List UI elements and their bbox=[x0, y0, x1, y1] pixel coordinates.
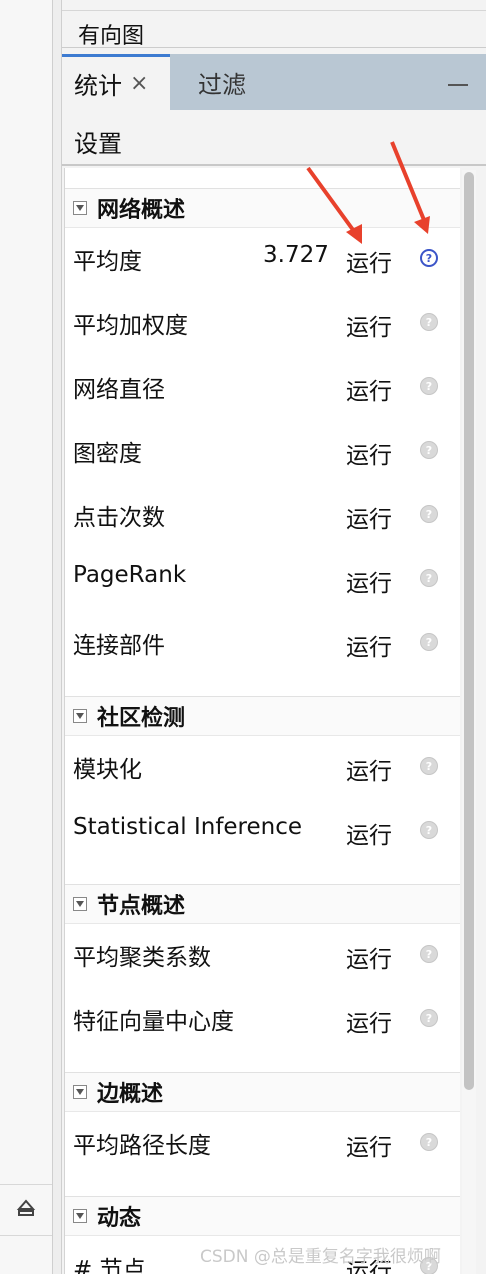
run-button[interactable]: 运行 bbox=[346, 752, 392, 786]
help-icon[interactable]: ? bbox=[420, 757, 438, 775]
statistics-list: 网络概述 平均度 3.727 运行? 平均加权度 运行? 网络直径 运行? 图密度 运行? 点击次数… bbox=[64, 168, 460, 1274]
eject-button[interactable] bbox=[0, 1184, 52, 1236]
statistic-row: 图密度 运行? bbox=[65, 420, 460, 484]
collapse-icon[interactable] bbox=[73, 1209, 87, 1223]
collapse-icon[interactable] bbox=[73, 709, 87, 723]
statistic-label: 图密度 bbox=[73, 441, 142, 467]
help-icon[interactable]: ? bbox=[420, 945, 438, 963]
section-title: 边概述 bbox=[97, 1082, 164, 1107]
statistic-label: 网络直径 bbox=[73, 377, 165, 403]
tab-statistics[interactable]: 统计 × bbox=[62, 54, 170, 110]
tab-filter[interactable]: 过滤 bbox=[184, 54, 246, 110]
statistic-label: Statistical Inference bbox=[73, 814, 303, 840]
run-button[interactable]: 运行 bbox=[346, 564, 392, 598]
statistic-row: 连接部件 运行? bbox=[65, 612, 460, 676]
statistic-label: 平均路径长度 bbox=[73, 1133, 211, 1159]
close-icon[interactable]: × bbox=[130, 71, 148, 96]
help-icon[interactable]: ? bbox=[420, 313, 438, 331]
statistic-row: 模块化 运行? bbox=[65, 736, 460, 800]
section-header[interactable]: 动态 bbox=[65, 1196, 460, 1236]
collapse-icon[interactable] bbox=[73, 201, 87, 215]
statistic-row: PageRank 运行? bbox=[65, 548, 460, 612]
statistic-row: 平均路径长度 运行? bbox=[65, 1112, 460, 1176]
help-icon[interactable]: ? bbox=[420, 1009, 438, 1027]
statistic-value: 3.727 bbox=[263, 242, 329, 268]
help-icon[interactable]: ? bbox=[420, 633, 438, 651]
tab-filter-label: 过滤 bbox=[198, 70, 246, 99]
run-button[interactable]: 运行 bbox=[346, 1128, 392, 1162]
watermark-text: CSDN @总是重复名字我很烦啊 bbox=[200, 1247, 441, 1267]
statistic-label: PageRank bbox=[73, 562, 187, 588]
section-title: 网络概述 bbox=[97, 198, 186, 223]
statistic-label: 平均度 bbox=[73, 249, 142, 275]
help-icon[interactable]: ? bbox=[420, 821, 438, 839]
run-button[interactable]: 运行 bbox=[346, 816, 392, 850]
statistic-label: # 节点 bbox=[73, 1257, 146, 1274]
help-icon[interactable]: ? bbox=[420, 569, 438, 587]
run-button[interactable]: 运行 bbox=[346, 500, 392, 534]
statistic-row: 平均聚类系数 运行? bbox=[65, 924, 460, 988]
statistic-label: 模块化 bbox=[73, 757, 142, 783]
statistic-row: 点击次数 运行? bbox=[65, 484, 460, 548]
vertical-scrollbar[interactable] bbox=[462, 170, 476, 1274]
collapse-icon[interactable] bbox=[73, 1085, 87, 1099]
help-icon[interactable]: ? bbox=[420, 1133, 438, 1151]
tab-bar: 统计 × 过滤 bbox=[62, 54, 486, 110]
minimize-icon[interactable] bbox=[448, 84, 468, 86]
statistic-label: 平均聚类系数 bbox=[73, 945, 211, 971]
panel-divider[interactable] bbox=[52, 0, 62, 1274]
statistic-row: 网络直径 运行? bbox=[65, 356, 460, 420]
run-button[interactable]: 运行 bbox=[346, 372, 392, 406]
section-title: 社区检测 bbox=[97, 706, 186, 731]
section-title: 节点概述 bbox=[97, 894, 186, 919]
run-button[interactable]: 运行 bbox=[346, 308, 392, 342]
help-icon[interactable]: ? bbox=[420, 441, 438, 459]
run-button[interactable]: 运行 bbox=[346, 244, 392, 278]
section-title: 动态 bbox=[97, 1206, 142, 1231]
eject-icon bbox=[16, 1199, 36, 1221]
settings-link[interactable]: 设置 bbox=[62, 110, 486, 166]
left-side-strip bbox=[0, 0, 52, 1274]
run-button[interactable]: 运行 bbox=[346, 940, 392, 974]
tab-statistics-label: 统计 bbox=[74, 72, 122, 100]
section-header[interactable]: 边概述 bbox=[65, 1072, 460, 1112]
statistic-row: Statistical Inference 运行? bbox=[65, 800, 460, 864]
run-button[interactable]: 运行 bbox=[346, 628, 392, 662]
help-icon[interactable]: ? bbox=[420, 505, 438, 523]
scrollbar-thumb[interactable] bbox=[464, 172, 474, 1090]
statistic-row: 平均加权度 运行? bbox=[65, 292, 460, 356]
section-header[interactable]: 社区检测 bbox=[65, 696, 460, 736]
statistics-panel: 有向图 统计 × 过滤 设置 网络概述 平均度 3.727 运行? 平均加权度 运行? 网络… bbox=[62, 0, 486, 1274]
statistic-row: 特征向量中心度 运行? bbox=[65, 988, 460, 1052]
statistic-label: 连接部件 bbox=[73, 633, 165, 659]
statistic-label: 特征向量中心度 bbox=[73, 1009, 234, 1035]
section-header[interactable]: 节点概述 bbox=[65, 884, 460, 924]
graph-type-label: 有向图 bbox=[62, 0, 486, 49]
run-button[interactable]: 运行 bbox=[346, 1004, 392, 1038]
help-icon[interactable]: ? bbox=[420, 377, 438, 395]
collapse-icon[interactable] bbox=[73, 897, 87, 911]
section-header[interactable]: 网络概述 bbox=[65, 188, 460, 228]
run-button[interactable]: 运行 bbox=[346, 436, 392, 470]
statistic-row: 平均度 3.727 运行? bbox=[65, 228, 460, 292]
statistic-label: 点击次数 bbox=[73, 505, 165, 531]
help-icon[interactable]: ? bbox=[420, 249, 438, 267]
statistic-label: 平均加权度 bbox=[73, 313, 188, 339]
